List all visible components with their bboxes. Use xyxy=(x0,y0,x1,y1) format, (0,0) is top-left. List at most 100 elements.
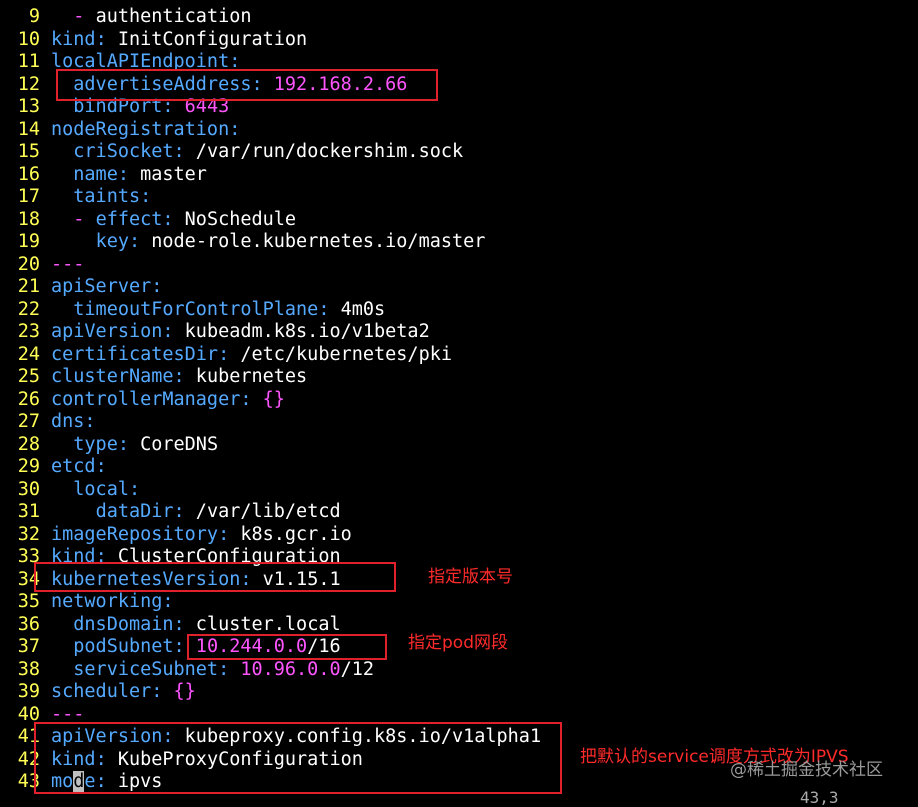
yaml-key: podSubnet xyxy=(73,636,174,657)
yaml-value: 4m0s xyxy=(329,298,386,320)
yaml-key: dns xyxy=(51,411,85,432)
line-content: criSocket: /var/run/dockershim.sock xyxy=(51,141,463,163)
yaml-value: /var/run/dockershim.sock xyxy=(184,141,464,162)
code-line[interactable]: 14 nodeRegistration: xyxy=(0,119,241,141)
line-content: - effect: NoSchedule xyxy=(51,209,296,231)
yaml-key: dataDir xyxy=(95,501,174,522)
code-line[interactable]: 27 dns: xyxy=(0,411,96,433)
code-line[interactable]: 13 bindPort: 6443 xyxy=(0,96,230,118)
code-line[interactable]: 35 networking: xyxy=(0,591,174,613)
yaml-key: name xyxy=(73,163,118,185)
yaml-colon: : xyxy=(117,433,129,455)
line-content: dataDir: /var/lib/etcd xyxy=(51,501,341,523)
line-number: 20 xyxy=(17,253,40,275)
yaml-colon: : xyxy=(140,186,152,207)
line-number: 18 xyxy=(17,208,40,230)
code-line[interactable]: 31 dataDir: /var/lib/etcd xyxy=(0,501,341,523)
yaml-key: dnsDomain xyxy=(73,613,174,635)
yaml-colon: : xyxy=(173,613,185,635)
line-number: 30 xyxy=(17,478,40,500)
yaml-key: local xyxy=(73,478,129,500)
line-content: nodeRegistration: xyxy=(51,119,240,141)
yaml-colon: : xyxy=(84,411,96,432)
yaml-value: /12 xyxy=(340,658,375,680)
yaml-colon: : xyxy=(173,636,185,657)
code-line[interactable]: 19 key: node-role.kubernetes.io/master xyxy=(0,231,486,253)
code-line[interactable]: 24 certificatesDir: /etc/kubernetes/pki xyxy=(0,344,452,366)
line-content: name: master xyxy=(51,164,207,186)
line-number: 37 xyxy=(17,636,40,657)
line-content: serviceSubnet: 10.96.0.0/12 xyxy=(51,659,374,681)
code-line[interactable]: 29 etcd: xyxy=(0,456,107,478)
line-content: controllerManager: {} xyxy=(51,389,285,411)
yaml-key: effect xyxy=(95,208,163,230)
line-content: apiServer: xyxy=(51,276,162,298)
code-line[interactable]: 23 apiVersion: kubeadm.k8s.io/v1beta2 xyxy=(0,321,430,343)
advertise-address-highlight xyxy=(56,69,438,101)
line-number: 11 xyxy=(17,51,40,72)
yaml-value: master xyxy=(128,163,207,185)
code-line[interactable]: 21 apiServer: xyxy=(0,276,163,298)
line-number: 9 xyxy=(28,6,40,27)
yaml-key: kind xyxy=(51,28,96,50)
code-line[interactable]: 10 kind: InitConfiguration xyxy=(0,28,307,51)
code-line[interactable]: 39 scheduler: {} xyxy=(0,681,196,703)
code-line[interactable]: 30 local: xyxy=(0,478,140,501)
yaml-colon: : xyxy=(162,591,174,612)
yaml-key: clusterName xyxy=(51,366,174,387)
yaml-key: certificatesDir xyxy=(51,343,219,365)
code-line[interactable]: 12 advertiseAddress: 192.168.2.66 xyxy=(0,74,408,96)
line-number: 39 xyxy=(17,681,40,702)
line-content: --- xyxy=(51,254,84,276)
vim-editor[interactable]: 9 - authentication 10 kind: InitConfigurat… xyxy=(0,0,918,800)
line-number: 32 xyxy=(17,523,40,545)
yaml-value: node-role.kubernetes.io/master xyxy=(140,231,486,252)
code-line[interactable]: 25 clusterName: kubernetes xyxy=(0,366,307,388)
line-number: 35 xyxy=(17,591,40,612)
code-line[interactable]: 18 - effect: NoSchedule xyxy=(0,208,296,231)
yaml-colon: : xyxy=(128,231,141,252)
line-number: 27 xyxy=(17,411,40,432)
code-line[interactable]: 15 criSocket: /var/run/dockershim.sock xyxy=(0,141,463,163)
yaml-value: kubeadm.k8s.io/v1beta2 xyxy=(173,321,430,342)
yaml-key: apiServer xyxy=(51,276,152,297)
pod-subnet-highlight xyxy=(187,634,387,660)
yaml-value: kubernetes xyxy=(184,366,308,387)
code-line[interactable]: 37 podSubnet: 10.244.0.0/16 xyxy=(0,636,341,658)
pod-subnet-annotation: 指定pod网段 xyxy=(408,633,508,653)
code-line[interactable]: 26 controllerManager: {} xyxy=(0,389,285,411)
yaml-key: nodeRegistration xyxy=(51,118,230,140)
code-line[interactable]: 28 type: CoreDNS xyxy=(0,434,218,456)
code-line[interactable]: 32 imageRepository: k8s.gcr.io xyxy=(0,523,352,546)
code-line[interactable]: 9 - authentication xyxy=(0,6,252,28)
code-line[interactable]: 36 dnsDomain: cluster.local xyxy=(0,614,341,636)
line-content: type: CoreDNS xyxy=(51,434,218,456)
code-line[interactable]: 22 timeoutForControlPlane: 4m0s xyxy=(0,299,385,321)
code-line[interactable]: 17 taints: xyxy=(0,186,152,208)
list-dash: - xyxy=(73,208,96,230)
code-line[interactable]: 20 --- xyxy=(0,253,85,276)
line-content: scheduler: {} xyxy=(51,681,196,703)
yaml-value: /var/lib/etcd xyxy=(184,501,341,522)
yaml-key: taints xyxy=(73,186,141,207)
yaml-colon: : xyxy=(95,28,107,50)
line-content: taints: xyxy=(51,186,151,208)
code-line[interactable]: 11 localAPIEndpoint: xyxy=(0,51,241,73)
yaml-colon: : xyxy=(128,478,141,500)
yaml-colon: : xyxy=(218,658,230,680)
yaml-empty-map: {} xyxy=(162,681,196,702)
code-line[interactable]: 16 name: master xyxy=(0,164,207,186)
line-number: 10 xyxy=(17,28,40,50)
code-line[interactable]: 38 serviceSubnet: 10.96.0.0/12 xyxy=(0,659,374,681)
yaml-key: apiVersion xyxy=(51,321,163,342)
kubeproxy-highlight xyxy=(34,722,562,794)
line-content: apiVersion: kubeadm.k8s.io/v1beta2 xyxy=(51,321,430,343)
yaml-key: type xyxy=(73,433,118,455)
line-number: 25 xyxy=(17,366,40,387)
yaml-colon: : xyxy=(218,343,230,365)
line-number: 21 xyxy=(17,276,40,297)
